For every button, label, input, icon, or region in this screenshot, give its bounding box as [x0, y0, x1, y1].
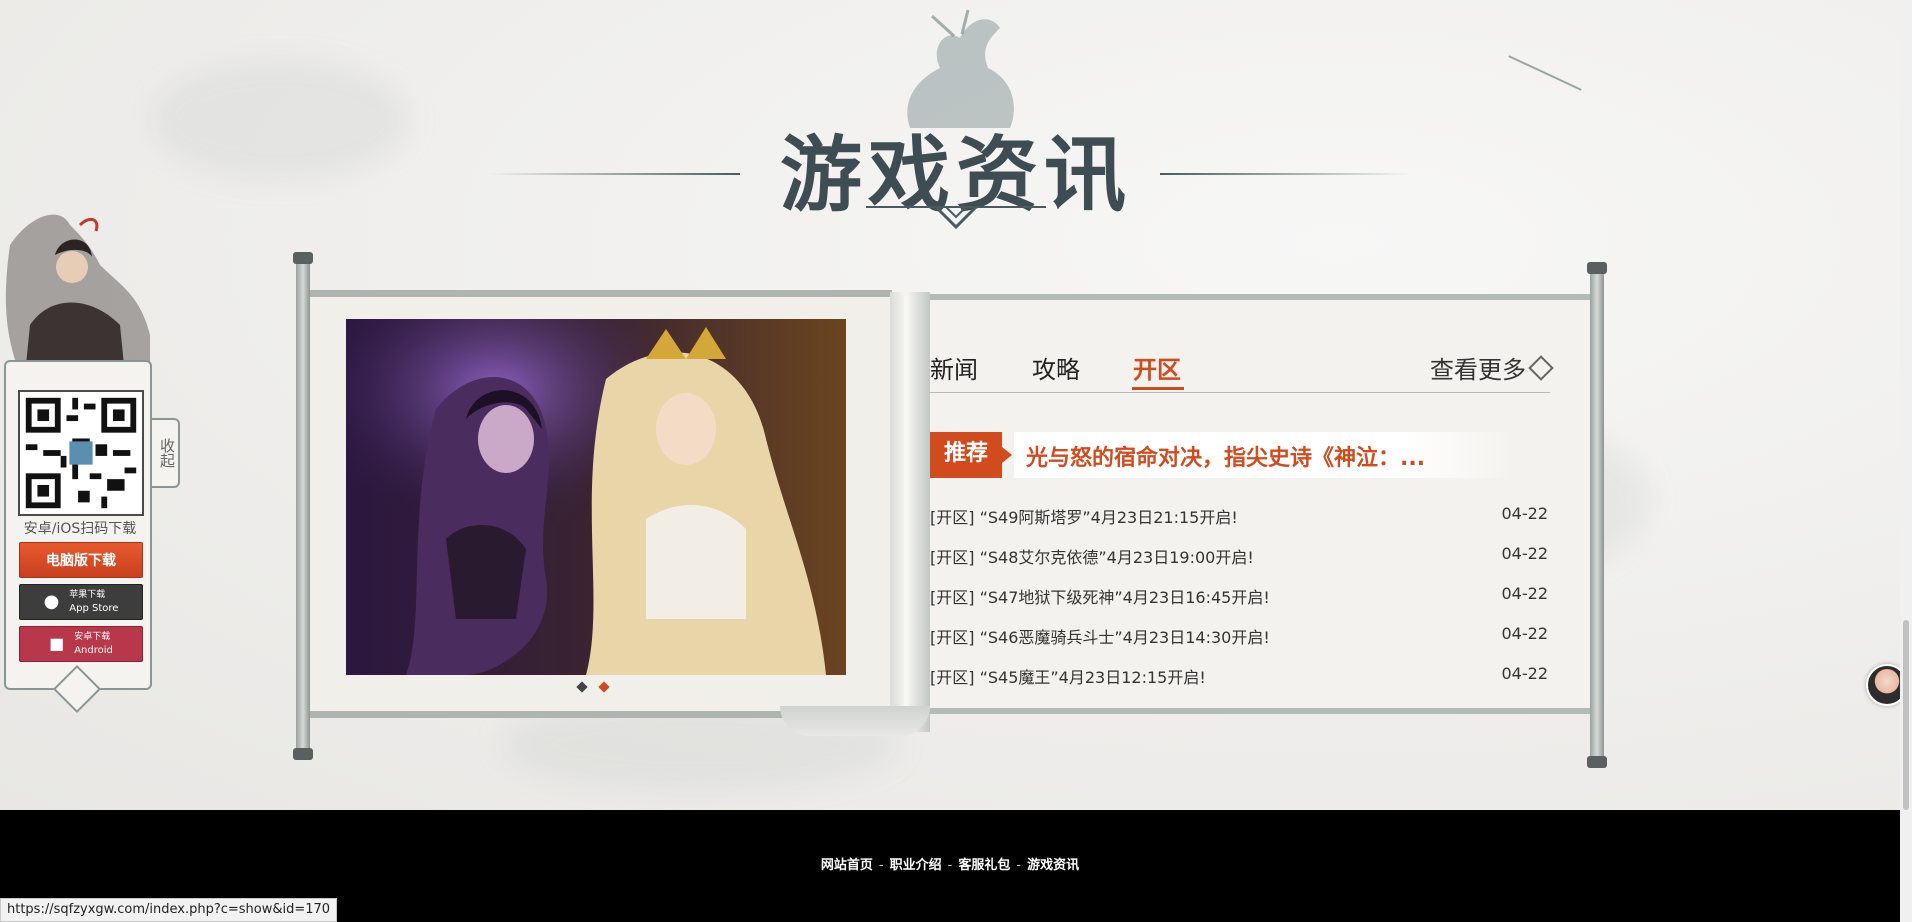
rod-cap	[1587, 756, 1607, 768]
news-item[interactable]: [开区] “S45魔王”4月23日12:15开启! 04-22	[930, 660, 1548, 700]
app-store-label: App Store	[69, 603, 119, 614]
android-download-button[interactable]: ■ 安卓下载 Android	[19, 626, 143, 662]
news-item-date: 04-22	[1501, 544, 1549, 563]
featured-title-link[interactable]: 光与怒的宿命对决，指尖史诗《神泣：...	[1026, 440, 1425, 472]
scroll-rod-left	[296, 256, 310, 756]
ios-download-label: 苹果下载	[69, 590, 106, 600]
news-item-date: 04-22	[1501, 624, 1549, 643]
view-more-link[interactable]: 查看更多	[1430, 350, 1554, 385]
news-item[interactable]: [开区] “S46恶魔骑兵斗士”4月23日14:30开启! 04-22	[930, 620, 1548, 660]
tab-news[interactable]: 新闻	[930, 350, 978, 385]
apple-icon: ●	[43, 591, 60, 612]
android-icon: ■	[49, 634, 65, 653]
news-item[interactable]: [开区] “S47地狱下级死神”4月23日16:45开启! 04-22	[930, 580, 1548, 620]
view-more-label: 查看更多	[1430, 356, 1526, 384]
qr-code-image	[18, 390, 144, 516]
download-widget: 安卓/iOS扫码下载 电脑版下载 ● 苹果下载 App Store ■ 安卓下载…	[0, 205, 160, 705]
footer-separator: -	[1016, 858, 1022, 873]
footer-separator: -	[878, 858, 884, 873]
badge-pointer	[1002, 447, 1012, 463]
scroll-fold	[890, 292, 930, 732]
warrior-illustration	[5, 214, 150, 375]
scroll-curl	[780, 706, 930, 736]
scan-download-label: 安卓/iOS扫码下载	[23, 521, 137, 537]
carousel-dots	[576, 681, 610, 693]
news-item-title: [开区] “S47地狱下级死神”4月23日16:45开启!	[930, 588, 1270, 607]
download-panel: 安卓/iOS扫码下载 电脑版下载 ● 苹果下载 App Store ■ 安卓下载…	[4, 360, 152, 690]
page-scrollbar[interactable]	[1900, 0, 1912, 922]
featured-news: 推荐 光与怒的宿命对决，指尖史诗《神泣：...	[930, 432, 1570, 478]
scroll-rod-right	[1590, 266, 1604, 756]
rod-cap	[293, 748, 313, 760]
news-tabs: 新闻 攻略 开区 查看更多	[930, 350, 1554, 393]
link-status-bar: https://sqfzyxgw.com/index.php?c=show&id…	[0, 898, 338, 922]
active-tab-indicator	[1132, 387, 1184, 390]
collapse-sidebar-button[interactable]: 收起	[152, 418, 180, 488]
ios-download-button[interactable]: ● 苹果下载 App Store	[19, 584, 143, 620]
footer-link-gift[interactable]: 客服礼包	[958, 858, 1010, 873]
recommend-badge: 推荐	[930, 432, 1002, 478]
title-ornament	[866, 205, 1046, 230]
carousel-dot-active[interactable]	[598, 681, 610, 693]
footer-link-home[interactable]: 网站首页	[821, 858, 873, 873]
news-item[interactable]: [开区] “S48艾尔克依德”4月23日19:00开启! 04-22	[930, 540, 1548, 580]
footer-link-classes[interactable]: 职业介绍	[890, 858, 942, 873]
carousel-dot[interactable]	[576, 681, 588, 693]
footer-links: 网站首页 - 职业介绍 - 客服礼包 - 游戏资讯	[0, 854, 1900, 873]
news-item-title: [开区] “S46恶魔骑兵斗士”4月23日14:30开启!	[930, 628, 1270, 647]
pc-download-button[interactable]: 电脑版下载	[19, 542, 143, 578]
news-item-date: 04-22	[1501, 584, 1549, 603]
footer-link-news[interactable]: 游戏资讯	[1027, 858, 1079, 873]
footer-separator: -	[947, 858, 953, 873]
rod-cap	[293, 252, 313, 264]
scrollbar-thumb[interactable]	[1903, 620, 1909, 810]
news-item[interactable]: [开区] “S49阿斯塔罗”4月23日21:15开启! 04-22	[930, 500, 1548, 540]
tab-server-open[interactable]: 开区	[1133, 350, 1181, 385]
news-item-title: [开区] “S49阿斯塔罗”4月23日21:15开启!	[930, 508, 1238, 527]
carousel-banner-image[interactable]	[346, 319, 846, 675]
android-label: Android	[74, 645, 113, 656]
news-item-title: [开区] “S48艾尔克依德”4月23日19:00开启!	[930, 548, 1254, 567]
rod-cap	[1587, 262, 1607, 274]
news-list: [开区] “S49阿斯塔罗”4月23日21:15开启! 04-22 [开区] “…	[930, 500, 1548, 700]
tab-guides[interactable]: 攻略	[1032, 350, 1080, 385]
android-download-label: 安卓下载	[74, 632, 111, 642]
news-item-title: [开区] “S45魔王”4月23日12:15开启!	[930, 668, 1206, 687]
plus-diamond-icon	[1528, 354, 1554, 381]
news-item-date: 04-22	[1501, 664, 1549, 683]
news-item-date: 04-22	[1501, 504, 1549, 523]
